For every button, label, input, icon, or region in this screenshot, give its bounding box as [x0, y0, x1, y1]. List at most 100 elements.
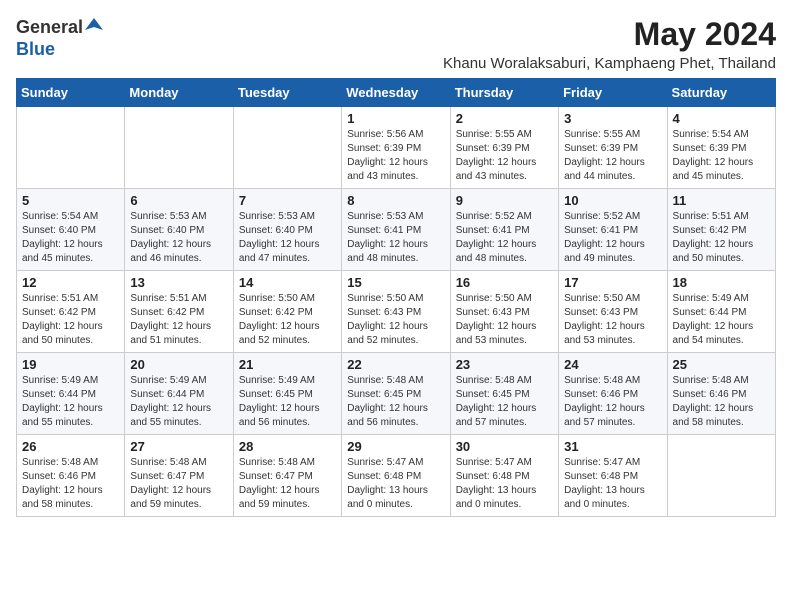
calendar-cell: 31Sunrise: 5:47 AMSunset: 6:48 PMDayligh… — [559, 435, 667, 517]
day-number: 1 — [347, 111, 444, 126]
day-info: Sunrise: 5:49 AMSunset: 6:44 PMDaylight:… — [130, 374, 227, 430]
calendar-cell: 17 Sunrise: 5:50 AMSunset: 6:43 PMDayligh… — [559, 271, 667, 353]
calendar-cell: 19 Sunrise: 5:49 AMSunset: 6:44 PMDayligh… — [17, 353, 125, 435]
day-info: Sunrise: 5:49 AMSunset: 6:44 PMDaylight:… — [673, 292, 770, 348]
day-number: 28 — [239, 439, 336, 454]
calendar-cell: 11 Sunrise: 5:51 AMSunset: 6:42 PMDayligh… — [667, 189, 775, 271]
day-number: 5 — [22, 193, 119, 208]
logo-bird-icon — [85, 16, 103, 34]
calendar-cell: 27 Sunrise: 5:48 AMSunset: 6:47 PMDayligh… — [125, 435, 233, 517]
day-info: Sunrise: 5:51 AMSunset: 6:42 PMDaylight:… — [22, 292, 119, 348]
day-info: Sunrise: 5:53 AMSunset: 6:40 PMDaylight:… — [130, 210, 227, 266]
day-number: 9 — [456, 193, 553, 208]
calendar-cell: 15 Sunrise: 5:50 AMSunset: 6:43 PMDayligh… — [342, 271, 450, 353]
week-row-1: 1 Sunrise: 5:56 AMSunset: 6:39 PMDaylight… — [17, 107, 776, 189]
weekday-header-thursday: Thursday — [450, 79, 558, 107]
calendar-cell: 8Sunrise: 5:53 AMSunset: 6:41 PMDaylight… — [342, 189, 450, 271]
calendar-cell: 4 Sunrise: 5:54 AMSunset: 6:39 PMDaylight… — [667, 107, 775, 189]
day-info: Sunrise: 5:50 AMSunset: 6:42 PMDaylight:… — [239, 292, 336, 348]
calendar-cell — [125, 107, 233, 189]
week-row-5: 26 Sunrise: 5:48 AMSunset: 6:46 PMDayligh… — [17, 435, 776, 517]
calendar-cell: 16 Sunrise: 5:50 AMSunset: 6:43 PMDayligh… — [450, 271, 558, 353]
calendar-cell: 24 Sunrise: 5:48 AMSunset: 6:46 PMDayligh… — [559, 353, 667, 435]
calendar-cell: 9Sunrise: 5:52 AMSunset: 6:41 PMDaylight… — [450, 189, 558, 271]
day-number: 14 — [239, 275, 336, 290]
calendar-cell: 21 Sunrise: 5:49 AMSunset: 6:45 PMDayligh… — [233, 353, 341, 435]
day-info: Sunrise: 5:50 AMSunset: 6:43 PMDaylight:… — [347, 292, 444, 348]
day-info: Sunrise: 5:51 AMSunset: 6:42 PMDaylight:… — [130, 292, 227, 348]
weekday-header-sunday: Sunday — [17, 79, 125, 107]
day-number: 24 — [564, 357, 661, 372]
day-info: Sunrise: 5:48 AMSunset: 6:45 PMDaylight:… — [347, 374, 444, 430]
calendar-cell: 18Sunrise: 5:49 AMSunset: 6:44 PMDayligh… — [667, 271, 775, 353]
day-number: 4 — [673, 111, 770, 126]
day-number: 25 — [673, 357, 770, 372]
day-number: 8 — [347, 193, 444, 208]
calendar-cell: 12Sunrise: 5:51 AMSunset: 6:42 PMDayligh… — [17, 271, 125, 353]
day-info: Sunrise: 5:54 AMSunset: 6:40 PMDaylight:… — [22, 210, 119, 266]
calendar-cell: 13 Sunrise: 5:51 AMSunset: 6:42 PMDayligh… — [125, 271, 233, 353]
day-info: Sunrise: 5:47 AMSunset: 6:48 PMDaylight:… — [564, 456, 661, 512]
day-number: 17 — [564, 275, 661, 290]
day-info: Sunrise: 5:50 AMSunset: 6:43 PMDaylight:… — [456, 292, 553, 348]
day-info: Sunrise: 5:56 AMSunset: 6:39 PMDaylight:… — [347, 128, 444, 184]
calendar-cell: 25Sunrise: 5:48 AMSunset: 6:46 PMDayligh… — [667, 353, 775, 435]
day-info: Sunrise: 5:50 AMSunset: 6:43 PMDaylight:… — [564, 292, 661, 348]
day-number: 11 — [673, 193, 770, 208]
calendar-cell: 30 Sunrise: 5:47 AMSunset: 6:48 PMDayligh… — [450, 435, 558, 517]
day-info: Sunrise: 5:47 AMSunset: 6:48 PMDaylight:… — [347, 456, 444, 512]
day-number: 3 — [564, 111, 661, 126]
weekday-header-wednesday: Wednesday — [342, 79, 450, 107]
calendar-cell: 22 Sunrise: 5:48 AMSunset: 6:45 PMDayligh… — [342, 353, 450, 435]
main-title: May 2024 — [443, 16, 776, 53]
calendar-table: SundayMondayTuesdayWednesdayThursdayFrid… — [16, 78, 776, 517]
day-number: 21 — [239, 357, 336, 372]
logo: General Blue — [16, 16, 103, 60]
calendar-cell: 5 Sunrise: 5:54 AMSunset: 6:40 PMDaylight… — [17, 189, 125, 271]
logo-general-text: General — [16, 17, 83, 38]
day-number: 15 — [347, 275, 444, 290]
day-number: 16 — [456, 275, 553, 290]
day-number: 19 — [22, 357, 119, 372]
day-number: 13 — [130, 275, 227, 290]
day-number: 7 — [239, 193, 336, 208]
day-number: 20 — [130, 357, 227, 372]
weekday-header-row: SundayMondayTuesdayWednesdayThursdayFrid… — [17, 79, 776, 107]
day-info: Sunrise: 5:48 AMSunset: 6:45 PMDaylight:… — [456, 374, 553, 430]
weekday-header-tuesday: Tuesday — [233, 79, 341, 107]
day-info: Sunrise: 5:54 AMSunset: 6:39 PMDaylight:… — [673, 128, 770, 184]
calendar-cell: 14 Sunrise: 5:50 AMSunset: 6:42 PMDayligh… — [233, 271, 341, 353]
day-number: 6 — [130, 193, 227, 208]
day-number: 27 — [130, 439, 227, 454]
calendar-cell — [17, 107, 125, 189]
day-info: Sunrise: 5:55 AMSunset: 6:39 PMDaylight:… — [564, 128, 661, 184]
day-number: 23 — [456, 357, 553, 372]
title-block: May 2024 Khanu Woralaksaburi, Kamphaeng … — [443, 16, 776, 72]
day-info: Sunrise: 5:51 AMSunset: 6:42 PMDaylight:… — [673, 210, 770, 266]
day-info: Sunrise: 5:49 AMSunset: 6:45 PMDaylight:… — [239, 374, 336, 430]
day-number: 30 — [456, 439, 553, 454]
calendar-cell: 29Sunrise: 5:47 AMSunset: 6:48 PMDayligh… — [342, 435, 450, 517]
day-info: Sunrise: 5:48 AMSunset: 6:46 PMDaylight:… — [22, 456, 119, 512]
day-number: 2 — [456, 111, 553, 126]
calendar-cell — [667, 435, 775, 517]
calendar-cell: 7 Sunrise: 5:53 AMSunset: 6:40 PMDaylight… — [233, 189, 341, 271]
day-number: 26 — [22, 439, 119, 454]
calendar-cell: 1 Sunrise: 5:56 AMSunset: 6:39 PMDaylight… — [342, 107, 450, 189]
day-info: Sunrise: 5:53 AMSunset: 6:40 PMDaylight:… — [239, 210, 336, 266]
day-info: Sunrise: 5:48 AMSunset: 6:47 PMDaylight:… — [130, 456, 227, 512]
day-info: Sunrise: 5:47 AMSunset: 6:48 PMDaylight:… — [456, 456, 553, 512]
day-number: 22 — [347, 357, 444, 372]
calendar-cell — [233, 107, 341, 189]
calendar-cell: 3 Sunrise: 5:55 AMSunset: 6:39 PMDaylight… — [559, 107, 667, 189]
calendar-cell: 2Sunrise: 5:55 AMSunset: 6:39 PMDaylight… — [450, 107, 558, 189]
day-info: Sunrise: 5:49 AMSunset: 6:44 PMDaylight:… — [22, 374, 119, 430]
week-row-2: 5 Sunrise: 5:54 AMSunset: 6:40 PMDaylight… — [17, 189, 776, 271]
day-info: Sunrise: 5:48 AMSunset: 6:46 PMDaylight:… — [564, 374, 661, 430]
calendar-cell: 20 Sunrise: 5:49 AMSunset: 6:44 PMDayligh… — [125, 353, 233, 435]
week-row-4: 19 Sunrise: 5:49 AMSunset: 6:44 PMDayligh… — [17, 353, 776, 435]
subtitle: Khanu Woralaksaburi, Kamphaeng Phet, Tha… — [443, 55, 776, 72]
logo-blue-text: Blue — [16, 39, 55, 60]
calendar-cell: 6 Sunrise: 5:53 AMSunset: 6:40 PMDaylight… — [125, 189, 233, 271]
day-info: Sunrise: 5:48 AMSunset: 6:47 PMDaylight:… — [239, 456, 336, 512]
